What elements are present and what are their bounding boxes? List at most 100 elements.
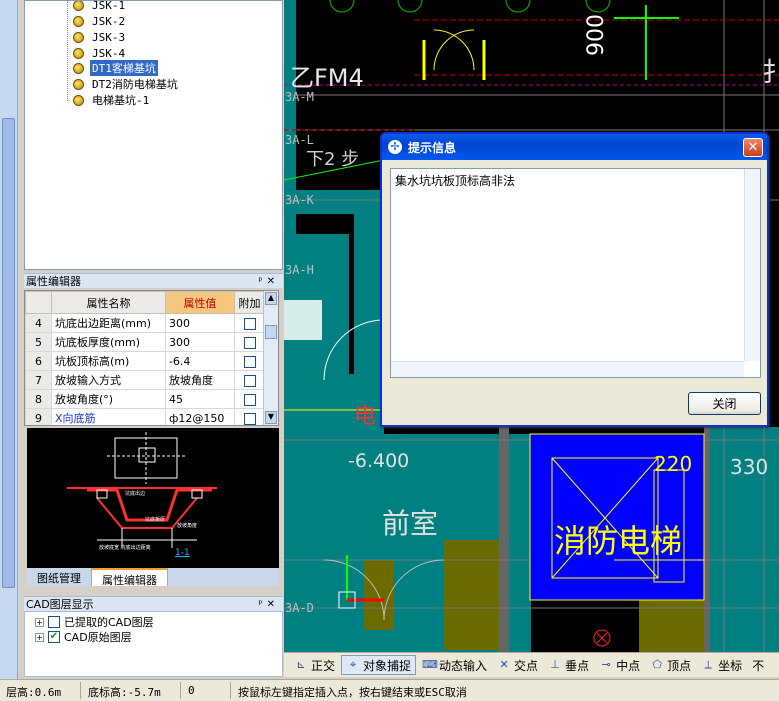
panel-title: 属性编辑器	[26, 275, 81, 288]
info-dialog: ✢ 提示信息 ✕ 集水坑坑板顶标高非法 关闭	[380, 132, 769, 427]
tree-item[interactable]: JSK-2	[73, 13, 127, 29]
vertex-button[interactable]: ⬠ 顶点	[646, 655, 695, 675]
scroll-up-icon[interactable]: ▲	[265, 292, 277, 305]
tree-item[interactable]: JSK-4	[73, 45, 127, 61]
property-scrollbar[interactable]: ▲ ▼	[263, 291, 278, 425]
dimension-label: 330	[730, 455, 769, 479]
extra-cell[interactable]	[234, 389, 265, 409]
extra-checkbox[interactable]	[243, 374, 256, 387]
table-row[interactable]: 8 放坡角度(°) 45	[25, 389, 265, 409]
property-name: X向底筋	[51, 408, 166, 425]
cad-text: 扌	[762, 58, 779, 88]
close-icon[interactable]: ✕	[267, 276, 279, 287]
scroll-down-icon[interactable]: ▼	[265, 411, 277, 424]
extra-cell[interactable]	[234, 313, 265, 333]
tree-item[interactable]: 电梯基坑-1	[73, 92, 151, 108]
tree-item-label: JSK-3	[92, 30, 126, 44]
table-row[interactable]: 6 坑板顶标高(m) -6.4	[25, 351, 265, 371]
property-value[interactable]: ф12@150	[164, 408, 236, 425]
tree-item[interactable]: JSK-3	[73, 29, 127, 45]
intersection-button[interactable]: ✕ 交点	[493, 655, 542, 675]
expand-icon[interactable]: +	[35, 632, 44, 642]
extra-cell[interactable]	[234, 332, 265, 352]
pit-component-icon	[73, 94, 84, 106]
button-label: 交点	[514, 658, 539, 673]
perpendicular-button[interactable]: ⊥ 垂点	[544, 655, 593, 675]
button-label: 不	[752, 658, 765, 673]
property-value[interactable]: 45	[164, 389, 236, 409]
property-value[interactable]: 放坡角度	[164, 370, 236, 390]
row-number: 9	[25, 408, 52, 425]
scroll-thumb[interactable]	[265, 325, 277, 339]
extra-checkbox[interactable]	[243, 412, 256, 425]
column-header: 属性值	[164, 291, 236, 314]
layer-checkbox[interactable]	[48, 616, 60, 628]
extra-checkbox[interactable]	[243, 317, 256, 330]
property-value[interactable]: -6.4	[164, 351, 236, 371]
panel-controls[interactable]: ᵖ✕	[258, 276, 283, 287]
object-snap-button[interactable]: ⌖ 对象捕捉	[341, 655, 417, 675]
close-dialog-button[interactable]: 关闭	[688, 392, 761, 415]
coordinate-button[interactable]: ⟂ 坐标	[697, 655, 746, 675]
tree-item-selected[interactable]: DT1客梯基坑	[73, 60, 158, 76]
layer-row[interactable]: + 已提取的CAD图层	[35, 615, 154, 629]
tree-item-label: 电梯基坑-1	[92, 94, 150, 107]
midpoint-icon: ⊸	[601, 658, 611, 671]
extra-cell[interactable]	[234, 351, 265, 371]
preview-annotation: 放坡角度	[177, 523, 198, 529]
grid-axis-label: 3A-M	[285, 90, 314, 104]
section-label: 1-1	[175, 548, 190, 558]
dialog-titlebar[interactable]: ✢ 提示信息	[382, 134, 767, 160]
tree-item-label: DT2消防电梯基坑	[92, 78, 178, 91]
extra-checkbox[interactable]	[243, 355, 256, 368]
ortho-button[interactable]: ⊾ 正交	[290, 655, 339, 675]
left-panel-tabs: 图纸管理 属性编辑器	[27, 568, 279, 587]
close-button[interactable]: ✕	[743, 138, 763, 157]
tree-item[interactable]: JSK-1	[73, 1, 127, 13]
extra-checkbox[interactable]	[243, 336, 256, 349]
table-row[interactable]: 5 坑底板厚度(mm) 300	[25, 332, 265, 352]
vertical-scrollbar[interactable]	[744, 169, 760, 361]
property-name: 放坡输入方式	[51, 370, 166, 390]
tab-property-editor[interactable]: 属性编辑器	[92, 568, 168, 587]
message-area[interactable]: 集水坑坑板顶标高非法	[390, 168, 761, 378]
dynamic-input-button[interactable]: ⌨ 动态输入	[418, 655, 491, 675]
layer-row[interactable]: + ✔ CAD原始图层	[35, 630, 132, 644]
left-scroll-thumb[interactable]	[2, 118, 15, 588]
pin-icon[interactable]: ᵖ	[258, 599, 266, 610]
panel-controls[interactable]: ᵖ✕	[258, 599, 283, 610]
extra-checkbox[interactable]	[243, 393, 256, 406]
cad-text: 下2 步	[306, 149, 360, 170]
cad-text: 900	[584, 14, 609, 56]
extra-cell[interactable]	[234, 408, 265, 425]
pin-icon[interactable]: ᵖ	[258, 276, 266, 287]
panel-title: CAD图层显示	[26, 598, 94, 611]
preview-annotation: 坑底出边	[125, 491, 146, 497]
expand-icon[interactable]: +	[35, 617, 44, 627]
extra-cell[interactable]	[234, 370, 265, 390]
property-value[interactable]: 300	[164, 313, 236, 333]
table-row[interactable]: 4 坑底出边距离(mm) 300	[25, 313, 265, 333]
property-editor-header: 属性编辑器 ᵖ✕	[24, 273, 283, 288]
perpendicular-icon: ⊥	[550, 658, 560, 671]
tree-item[interactable]: DT2消防电梯基坑	[73, 76, 180, 92]
row-number: 7	[25, 370, 52, 390]
layer-checkbox-checked[interactable]: ✔	[48, 631, 60, 643]
layer-label: 已提取的CAD图层	[64, 616, 154, 629]
property-name: 坑底出边距离(mm)	[51, 313, 166, 333]
button-label: 对象捕捉	[363, 658, 412, 673]
midpoint-button[interactable]: ⊸ 中点	[595, 655, 644, 675]
more-button[interactable]: 不	[748, 655, 768, 675]
horizontal-scrollbar[interactable]	[391, 361, 744, 377]
table-row[interactable]: 9 X向底筋 ф12@150	[25, 408, 265, 425]
tab-drawing-management[interactable]: 图纸管理	[27, 568, 92, 586]
property-name: 坑底板厚度(mm)	[51, 332, 166, 352]
table-row[interactable]: 7 放坡输入方式 放坡角度	[25, 370, 265, 390]
pit-section-diagram	[67, 432, 217, 548]
property-value[interactable]: 300	[164, 332, 236, 352]
close-icon[interactable]: ✕	[267, 599, 279, 610]
left-scrollbar[interactable]	[0, 0, 18, 680]
preview-annotation: 放坡底宽 坑底出边距离	[99, 545, 151, 551]
pit-component-icon	[73, 15, 84, 27]
object-snap-icon: ⌖	[349, 658, 357, 671]
